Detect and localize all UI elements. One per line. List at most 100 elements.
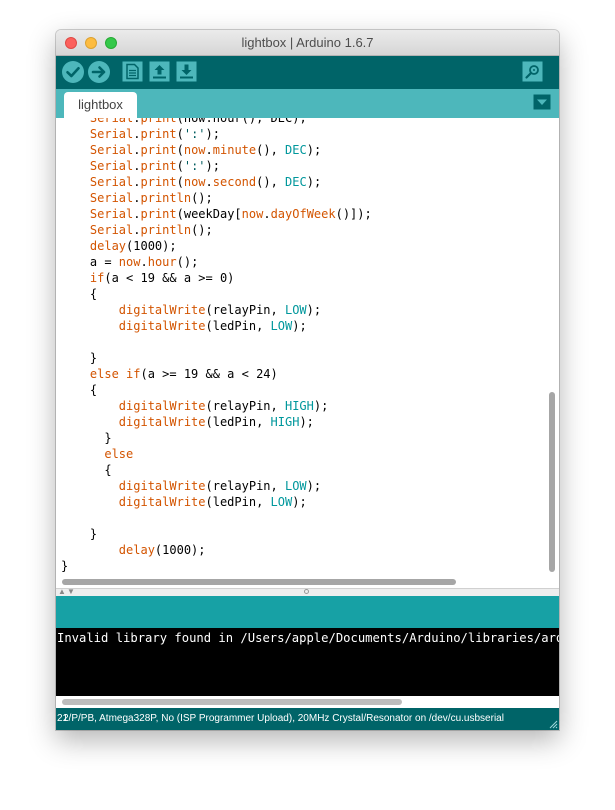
save-button[interactable] xyxy=(176,61,197,82)
tab-menu-button[interactable] xyxy=(533,94,551,110)
code-token: now xyxy=(183,175,206,189)
code-line[interactable]: delay(1000); xyxy=(61,542,206,558)
divider-grip-icon[interactable] xyxy=(304,589,309,594)
code-token: now xyxy=(183,143,206,157)
code-token: (); xyxy=(191,223,213,237)
code-token: (); xyxy=(191,191,213,205)
code-token: . xyxy=(133,127,141,141)
code-token: print xyxy=(140,143,177,157)
upload-button[interactable] xyxy=(87,60,111,84)
code-token: print xyxy=(140,207,177,221)
code-token: digitalWrite xyxy=(118,303,206,317)
code-token: ); xyxy=(292,319,307,333)
code-line[interactable]: Serial.println(); xyxy=(61,222,213,238)
code-line[interactable]: Serial.print(now.second(), DEC); xyxy=(61,174,321,190)
horizontal-scroll-thumb[interactable] xyxy=(62,579,456,585)
code-line[interactable]: digitalWrite(ledPin, LOW); xyxy=(61,494,307,510)
code-line[interactable]: digitalWrite(relayPin, HIGH); xyxy=(61,398,329,414)
code-token: Serial xyxy=(89,207,134,221)
code-token: Serial xyxy=(89,223,134,237)
verify-button[interactable] xyxy=(61,60,85,84)
code-token: ); xyxy=(306,143,322,157)
code-token: ()]); xyxy=(335,207,372,221)
code-token: now xyxy=(118,255,141,269)
code-editor[interactable]: Serial.print(now.hour(), DEC); Serial.pr… xyxy=(56,118,559,588)
code-token: (ledPin, xyxy=(205,415,271,429)
code-line[interactable]: if(a < 19 && a >= 0) xyxy=(61,270,235,286)
console-horizontal-scrollbar[interactable] xyxy=(56,696,559,708)
code-line[interactable]: } xyxy=(61,350,97,366)
board-info: 2/P/PB, Atmega328P, No (ISP Programmer U… xyxy=(63,713,504,724)
code-token: (relayPin, xyxy=(205,399,285,413)
console-output[interactable]: Invalid library found in /Users/apple/Do… xyxy=(56,628,559,696)
code-line[interactable]: digitalWrite(ledPin, HIGH); xyxy=(61,414,314,430)
code-token: print xyxy=(140,118,177,125)
code-line[interactable]: Serial.print(now.minute(), DEC); xyxy=(61,142,321,158)
title-bar[interactable]: lightbox | Arduino 1.6.7 xyxy=(56,30,559,56)
code-token: ); xyxy=(205,127,220,141)
code-line[interactable]: delay(1000); xyxy=(61,238,177,254)
code-token: DEC xyxy=(285,175,307,189)
code-token: } xyxy=(61,351,98,365)
code-line[interactable]: Serial.print(':'); xyxy=(61,126,220,142)
code-line[interactable]: } xyxy=(61,526,97,542)
code-token: digitalWrite xyxy=(118,495,206,509)
code-token: a = xyxy=(61,255,119,269)
code-line[interactable]: else xyxy=(61,446,133,462)
code-token: Serial xyxy=(89,143,134,157)
console-scroll-thumb[interactable] xyxy=(62,699,402,705)
code-token: ); xyxy=(299,415,314,429)
code-token: (weekDay[ xyxy=(176,207,242,221)
tab-bar: lightbox xyxy=(56,89,559,118)
code-token: { xyxy=(61,383,98,397)
open-button[interactable] xyxy=(149,61,170,82)
code-token: (relayPin, xyxy=(205,303,285,317)
code-line[interactable]: Serial.print(now.hour(), DEC); xyxy=(61,118,307,126)
split-pane-divider[interactable]: ▲ ▼ xyxy=(56,587,559,596)
code-line[interactable]: else if(a >= 19 && a < 24) xyxy=(61,366,278,382)
code-token: ); xyxy=(292,495,307,509)
code-token: now xyxy=(241,207,264,221)
code-token: HIGH xyxy=(284,399,314,413)
code-token: (a < 19 && a >= 0) xyxy=(104,271,235,285)
vertical-scroll-thumb[interactable] xyxy=(549,392,555,572)
code-line[interactable]: digitalWrite(relayPin, LOW); xyxy=(61,302,321,318)
code-line[interactable]: Serial.print(weekDay[now.dayOfWeek()]); xyxy=(61,206,372,222)
new-sketch-button[interactable] xyxy=(122,61,143,82)
code-line[interactable]: { xyxy=(61,382,97,398)
code-token: . xyxy=(133,175,141,189)
horizontal-scrollbar[interactable] xyxy=(56,576,559,588)
code-token: println xyxy=(140,191,192,205)
code-line[interactable]: } xyxy=(61,558,68,574)
vertical-scrollbar[interactable] xyxy=(546,118,559,578)
magnifier-icon xyxy=(522,61,543,82)
code-token: minute xyxy=(212,143,257,157)
resize-grip-icon[interactable] xyxy=(548,719,558,729)
code-line[interactable]: } xyxy=(61,430,112,446)
code-token: ); xyxy=(205,159,220,173)
code-line[interactable]: digitalWrite(ledPin, LOW); xyxy=(61,318,307,334)
code-line[interactable]: { xyxy=(61,286,97,302)
tab-lightbox[interactable]: lightbox xyxy=(64,92,137,118)
code-line[interactable]: Serial.print(':'); xyxy=(61,158,220,174)
message-bar xyxy=(56,596,559,628)
code-token: second xyxy=(212,175,257,189)
code-line[interactable]: { xyxy=(61,462,111,478)
code-token: } xyxy=(61,431,112,445)
code-token: dayOfWeek xyxy=(270,207,336,221)
code-token: (); xyxy=(176,255,199,269)
code-line[interactable]: Serial.println(); xyxy=(61,190,213,206)
code-token: . xyxy=(205,175,213,189)
code-line[interactable]: a = now.hour(); xyxy=(61,254,198,270)
code-line[interactable]: digitalWrite(relayPin, LOW); xyxy=(61,478,321,494)
serial-monitor-button[interactable] xyxy=(522,61,543,82)
